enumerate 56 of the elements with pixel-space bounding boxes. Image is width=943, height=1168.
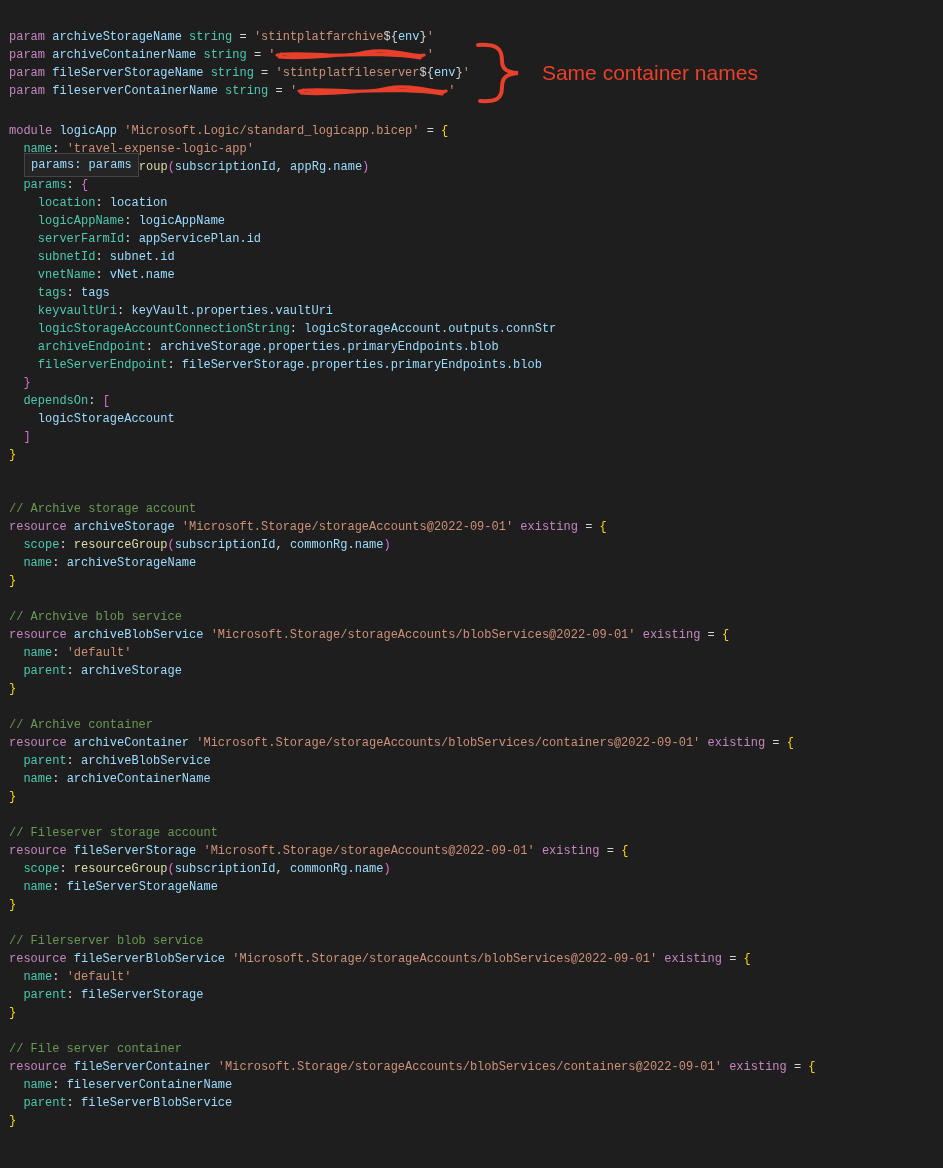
annotation-text: Same container names: [541, 61, 758, 85]
code-line: fileServerEndpoint: fileServerStorage.properties.primaryEndpoints.blob: [36, 357, 543, 374]
code-line: resource fileServerContainer 'Microsoft.Storage/storageAccounts/blobServices/containers@2022-09-01' existing = {: [9, 1059, 817, 1076]
code-line: }: [9, 681, 18, 698]
code-line: dependsOn: [: [22, 393, 111, 410]
code-line: // Filerserver blob service: [9, 933, 205, 950]
code-line: parent: fileServerBlobService: [22, 1095, 234, 1112]
code-line: }: [9, 573, 18, 590]
code-line: name: archiveStorageName: [22, 555, 198, 572]
code-line: vnetName: vNet.name: [36, 267, 176, 284]
code-line: tags: tags: [36, 285, 111, 302]
code-line: name: 'default': [22, 645, 133, 662]
code-line: }: [9, 1113, 18, 1130]
code-text: roup(subscriptionId, appRg.name): [138, 159, 370, 176]
code-line: }: [22, 375, 32, 392]
code-line: logicStorageAccount: [36, 411, 176, 428]
code-line: name: 'default': [22, 969, 133, 986]
code-line: // Archvive blob service: [9, 609, 183, 626]
code-line: }: [9, 1005, 18, 1022]
code-line: module logicApp 'Microsoft.Logic/standard_logicapp.bicep' = {: [9, 123, 450, 140]
code-line: parent: archiveBlobService: [22, 753, 212, 770]
code-line: params: {: [22, 177, 90, 194]
code-line: resource fileServerBlobService 'Microsoft.Storage/storageAccounts/blobServices@2022-09-01' existing = {: [9, 951, 752, 968]
code-line: name: archiveContainerName: [22, 771, 212, 788]
code-line: ]: [22, 429, 32, 446]
code-line: param fileServerStorageName string = 'stintplatfileserver${env}': [9, 65, 470, 82]
code-line: location: location: [36, 195, 169, 212]
code-line: }: [9, 447, 18, 464]
code-line: resource fileServerStorage 'Microsoft.Storage/storageAccounts@2022-09-01' existing = {: [9, 843, 630, 860]
code-line: subnetId: subnet.id: [36, 249, 176, 266]
code-line: resource archiveBlobService 'Microsoft.Storage/storageAccounts/blobServices@2022-09-01' existing = {: [9, 627, 731, 644]
code-line: scope: resourceGroup(subscriptionId, commonRg.name): [22, 537, 392, 554]
code-text: ': [448, 83, 456, 100]
code-line: parent: archiveStorage: [22, 663, 183, 680]
code-line: // Fileserver storage account: [9, 825, 219, 842]
code-line: }: [9, 789, 18, 806]
code-line: logicStorageAccountConnectionString: logicStorageAccount.outputs.connStr: [36, 321, 558, 338]
tooltip: params: params: [24, 153, 139, 177]
code-line: name: fileserverContainerName: [22, 1077, 234, 1094]
code-line: scope: resourceGroup(subscriptionId, commonRg.name): [22, 861, 392, 878]
code-line: }: [9, 897, 18, 914]
code-line: // Archive storage account: [9, 501, 198, 518]
code-line: // Archive container: [9, 717, 155, 734]
code-line: logicAppName: logicAppName: [36, 213, 227, 230]
code-text: param fileserverContainerName string = ': [9, 83, 298, 100]
code-line: resource archiveStorage 'Microsoft.Storage/storageAccounts@2022-09-01' existing = {: [9, 519, 608, 536]
code-line: // File server container: [9, 1041, 183, 1058]
code-line: resource archiveContainer 'Microsoft.Storage/storageAccounts/blobServices/containers@2022-09-01' existing = {: [9, 735, 795, 752]
code-line: param archiveStorageName string = 'stintplatfarchive${env}': [9, 29, 435, 46]
code-line: archiveEndpoint: archiveStorage.properties.primaryEndpoints.blob: [36, 339, 500, 356]
code-line: name: fileServerStorageName: [22, 879, 219, 896]
code-line: keyvaultUri: keyVault.properties.vaultUri: [36, 303, 335, 320]
code-line: serverFarmId: appServicePlan.id: [36, 231, 263, 248]
code-text: param archiveContainerName string = ': [9, 47, 276, 64]
code-line: parent: fileServerStorage: [22, 987, 205, 1004]
code-text: ': [426, 47, 434, 64]
